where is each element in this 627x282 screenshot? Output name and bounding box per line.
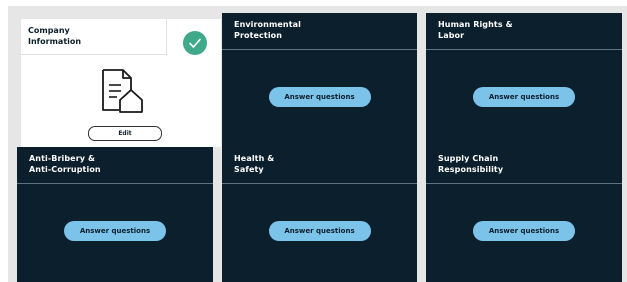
checkmark-icon	[183, 31, 207, 55]
card-divider	[222, 49, 417, 50]
card-title: Human Rights & Labor	[438, 20, 513, 40]
card-title: Health & Safety	[234, 154, 275, 174]
card-title: Anti-Bribery & Anti-Corruption	[29, 154, 101, 174]
edit-button[interactable]: Edit	[88, 126, 162, 141]
anti-bribery-card: Anti-Bribery & Anti-Corruption Answer qu…	[17, 147, 213, 282]
card-divider	[17, 183, 213, 184]
questionnaire-board: Company Information Edit Environmental P…	[8, 6, 627, 282]
document-house-icon	[97, 66, 149, 116]
company-information-card: Company Information Edit	[21, 19, 221, 147]
answer-questions-button[interactable]: Answer questions	[473, 221, 575, 241]
card-title: Environmental Protection	[234, 20, 301, 40]
health-safety-card: Health & Safety Answer questions	[222, 147, 417, 282]
answer-questions-button[interactable]: Answer questions	[268, 87, 371, 107]
card-divider	[222, 183, 417, 184]
company-card-title: Company Information	[28, 26, 82, 46]
environmental-protection-card: Environmental Protection Answer question…	[222, 13, 417, 148]
card-divider	[426, 49, 622, 50]
supply-chain-card: Supply Chain Responsibility Answer quest…	[426, 147, 622, 282]
answer-questions-button[interactable]: Answer questions	[268, 221, 371, 241]
card-title: Supply Chain Responsibility	[438, 154, 504, 174]
answer-questions-button[interactable]: Answer questions	[473, 87, 575, 107]
answer-questions-button[interactable]: Answer questions	[64, 221, 166, 241]
company-card-header: Company Information	[21, 19, 167, 55]
human-rights-labor-card: Human Rights & Labor Answer questions	[426, 13, 622, 148]
card-divider	[426, 183, 622, 184]
